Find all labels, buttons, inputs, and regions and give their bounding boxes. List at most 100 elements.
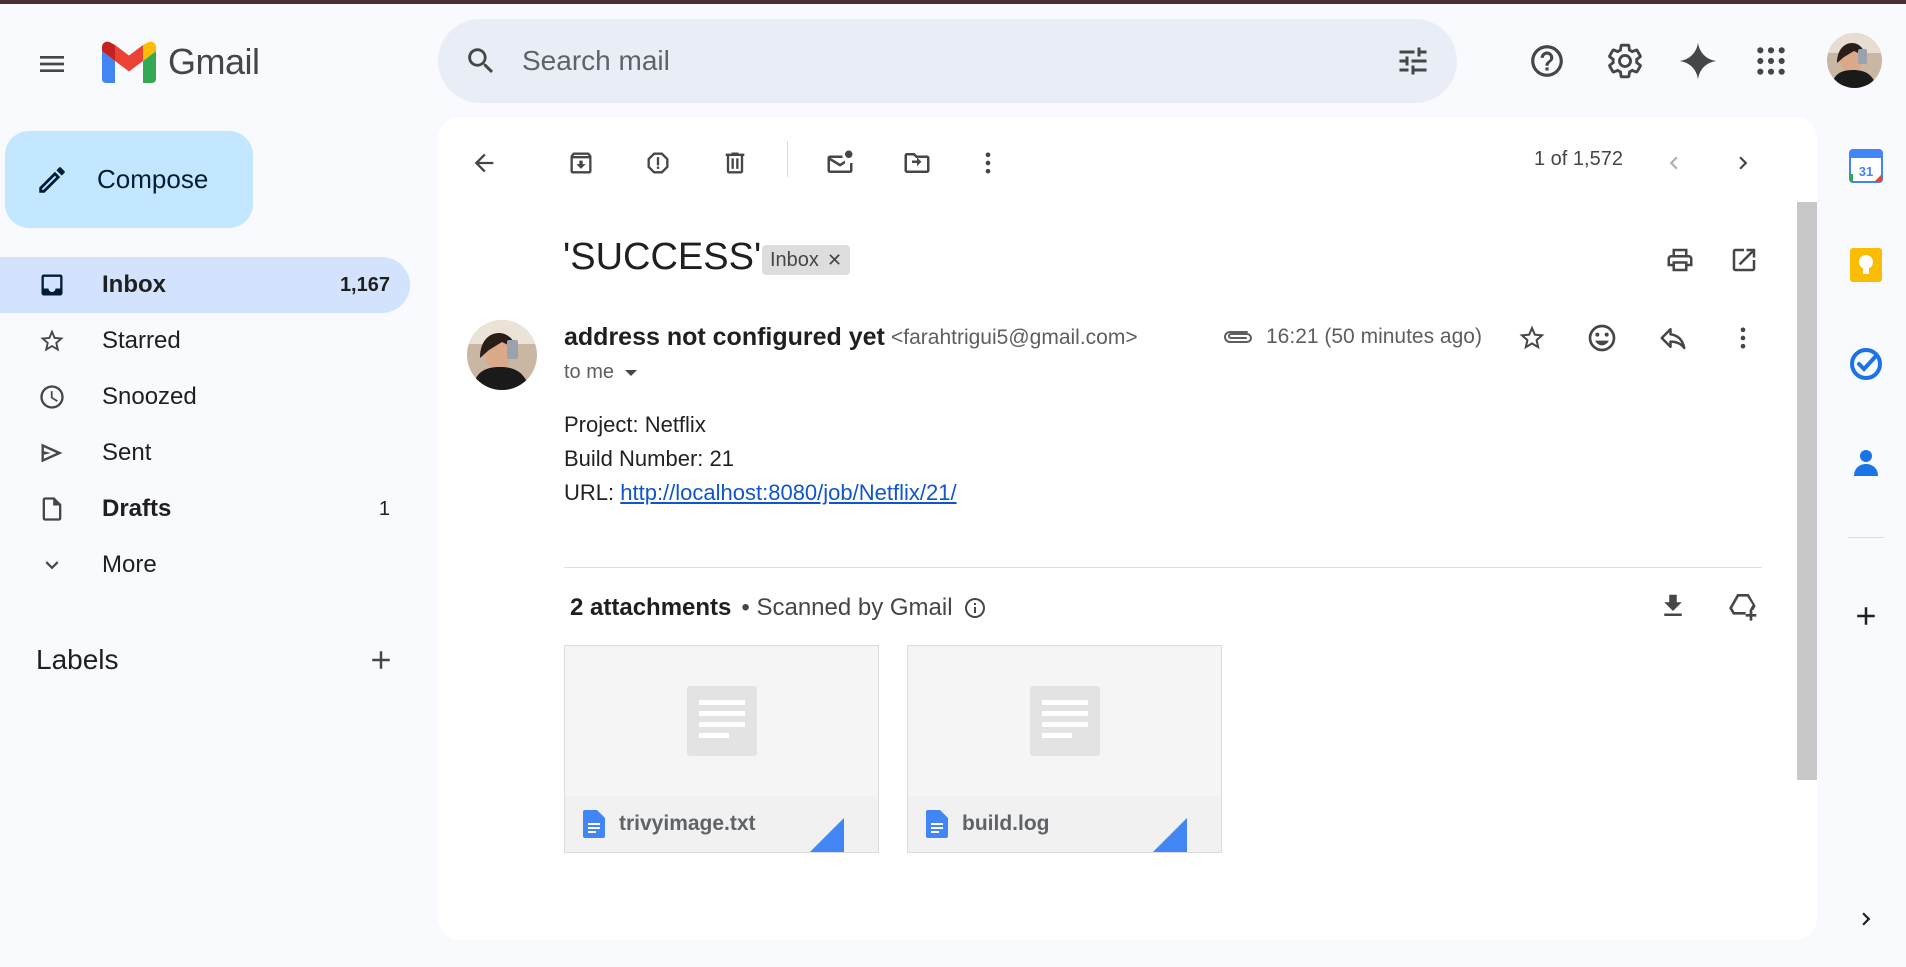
chevron-left-icon bbox=[1669, 156, 1678, 170]
calendar-app-button[interactable]: 31 bbox=[1842, 142, 1890, 190]
document-preview-icon bbox=[1029, 686, 1100, 756]
attachment-preview bbox=[565, 646, 878, 796]
download-icon bbox=[1664, 594, 1682, 616]
plus-icon bbox=[372, 651, 390, 669]
apps-button[interactable] bbox=[1746, 36, 1796, 86]
recipient-text: to me bbox=[564, 361, 615, 383]
remove-label-icon[interactable]: ✕ bbox=[827, 250, 842, 271]
send-icon bbox=[36, 437, 68, 469]
sender-photo-icon bbox=[467, 320, 537, 390]
sidebar-item-label: Inbox bbox=[102, 271, 166, 298]
clock-icon bbox=[36, 381, 68, 413]
pagination-text: 1 of 1,572 bbox=[1534, 148, 1623, 170]
caret-down-icon bbox=[625, 369, 638, 376]
labels-title: Labels bbox=[36, 644, 119, 675]
item-count: 1 bbox=[378, 497, 390, 520]
print-button[interactable] bbox=[1658, 238, 1702, 282]
tasks-check-icon bbox=[1850, 348, 1882, 380]
back-button[interactable] bbox=[462, 141, 506, 185]
delete-button[interactable] bbox=[713, 141, 757, 185]
report-spam-button[interactable] bbox=[636, 141, 680, 185]
gmail-logo[interactable]: Gmail bbox=[102, 38, 282, 86]
body-project-line: Project: Netflix bbox=[564, 412, 706, 437]
mark-unread-button[interactable] bbox=[818, 141, 862, 185]
star-button[interactable] bbox=[1510, 316, 1554, 360]
apps-grid-icon bbox=[1757, 47, 1785, 75]
sparkle-icon bbox=[1679, 42, 1717, 80]
body-build-line: Build Number: 21 bbox=[564, 446, 734, 471]
profile-photo-icon bbox=[1827, 33, 1882, 88]
main-menu-button[interactable] bbox=[28, 40, 76, 88]
support-button[interactable] bbox=[1522, 36, 1572, 86]
sidebar-item-snoozed[interactable]: Snoozed bbox=[0, 369, 410, 425]
paperclip-icon bbox=[1224, 331, 1252, 343]
archive-icon bbox=[570, 152, 592, 174]
arrow-back-icon bbox=[474, 153, 494, 173]
app-name: Gmail bbox=[168, 41, 260, 82]
side-panel-divider bbox=[1848, 537, 1884, 538]
message-scrollbar[interactable] bbox=[1797, 202, 1817, 780]
search-bar[interactable] bbox=[438, 19, 1457, 103]
gemini-button[interactable] bbox=[1673, 36, 1723, 86]
create-label-button[interactable] bbox=[366, 645, 396, 675]
inbox-icon bbox=[36, 269, 68, 301]
recipient-details[interactable]: to me bbox=[564, 361, 638, 384]
sender-email: <farahtrigui5@gmail.com> bbox=[891, 326, 1138, 349]
svg-text:31: 31 bbox=[1859, 164, 1873, 179]
help-icon bbox=[1531, 45, 1563, 77]
attachments-header: 2 attachments • Scanned by Gmail bbox=[570, 594, 987, 622]
attachment-card[interactable]: build.log bbox=[907, 645, 1222, 853]
contacts-app-button[interactable] bbox=[1842, 439, 1890, 487]
sender-avatar[interactable] bbox=[467, 320, 537, 390]
attachment-name: build.log bbox=[962, 812, 1050, 835]
download-all-button[interactable] bbox=[1651, 584, 1695, 628]
compose-label: Compose bbox=[97, 164, 209, 194]
attachments-count: 2 attachments bbox=[570, 594, 732, 621]
sidebar-item-label: Starred bbox=[102, 327, 181, 354]
attachment-card[interactable]: trivyimage.txt bbox=[564, 645, 879, 853]
add-to-drive-button[interactable] bbox=[1721, 584, 1765, 628]
labels-section-header: Labels bbox=[36, 640, 396, 680]
more-actions-button[interactable] bbox=[966, 141, 1010, 185]
open-in-new-icon bbox=[1732, 248, 1756, 272]
add-reaction-button[interactable] bbox=[1580, 316, 1624, 360]
attachments-divider bbox=[564, 567, 1762, 568]
archive-button[interactable] bbox=[559, 141, 603, 185]
window-top-border bbox=[0, 0, 1906, 4]
body-url-line: URL: http://localhost:8080/job/Netflix/2… bbox=[564, 476, 957, 510]
get-addons-button[interactable] bbox=[1842, 592, 1890, 640]
attachment-preview bbox=[908, 646, 1221, 796]
pencil-icon bbox=[39, 166, 65, 193]
sidebar-item-inbox[interactable]: Inbox 1,167 bbox=[0, 257, 410, 313]
open-new-window-button[interactable] bbox=[1722, 238, 1766, 282]
search-input[interactable] bbox=[522, 45, 1395, 77]
attachment-indicator bbox=[1221, 323, 1255, 351]
keep-app-button[interactable] bbox=[1842, 241, 1890, 289]
sidebar-item-more[interactable]: More bbox=[0, 537, 410, 593]
move-to-button[interactable] bbox=[895, 141, 939, 185]
older-button[interactable] bbox=[1721, 141, 1765, 185]
star-outline-icon bbox=[36, 325, 68, 357]
gmail-m-icon bbox=[102, 41, 156, 83]
sidebar-item-label: Snoozed bbox=[102, 383, 197, 410]
sidebar-item-sent[interactable]: Sent bbox=[0, 425, 410, 481]
search-icon[interactable] bbox=[464, 44, 498, 78]
reply-button[interactable] bbox=[1651, 316, 1695, 360]
tasks-app-button[interactable] bbox=[1842, 340, 1890, 388]
sidebar-item-starred[interactable]: Starred bbox=[0, 313, 410, 369]
chevron-down-icon bbox=[36, 549, 68, 581]
emoji-icon bbox=[1588, 324, 1616, 352]
account-avatar[interactable] bbox=[1827, 33, 1882, 88]
sidebar-item-drafts[interactable]: Drafts 1 bbox=[0, 481, 410, 537]
build-url-link[interactable]: http://localhost:8080/job/Netflix/21/ bbox=[620, 480, 956, 505]
compose-button[interactable]: Compose bbox=[5, 131, 253, 228]
info-icon[interactable] bbox=[963, 596, 987, 620]
newer-button[interactable] bbox=[1652, 141, 1696, 185]
inbox-label-chip: Inbox ✕ bbox=[762, 245, 851, 275]
scanned-by-gmail: • Scanned by Gmail bbox=[741, 594, 953, 621]
show-side-panel-button[interactable] bbox=[1842, 895, 1890, 943]
message-more-button[interactable] bbox=[1721, 316, 1765, 360]
settings-button[interactable] bbox=[1600, 36, 1650, 86]
reply-icon bbox=[1660, 328, 1686, 350]
search-options-icon[interactable] bbox=[1395, 43, 1431, 79]
